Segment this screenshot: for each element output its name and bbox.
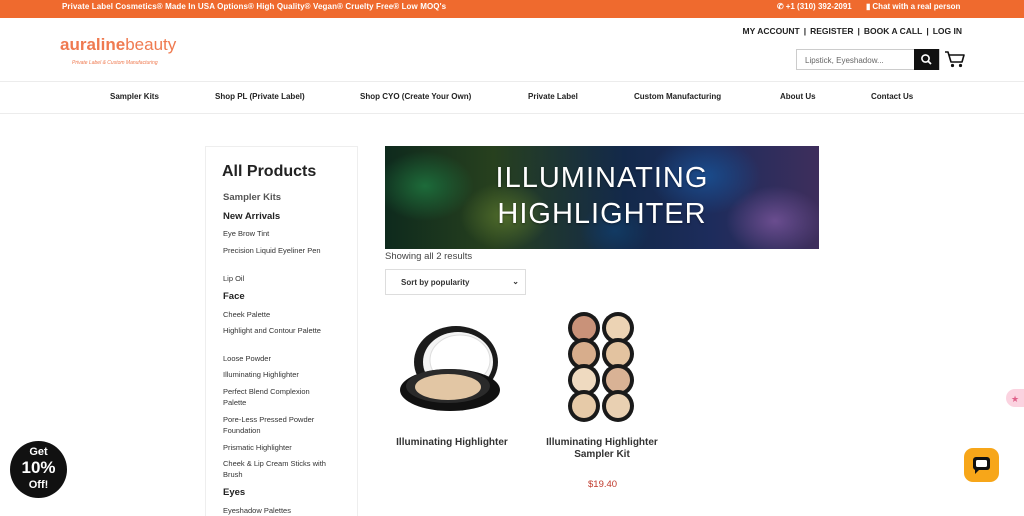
search-icon <box>921 54 932 65</box>
chat-link-label: Chat with a real person <box>872 2 961 11</box>
sidebar-item-cream-sticks[interactable]: Cheek & Lip Cream Sticks with Brush <box>223 458 333 480</box>
sidebar-item-highlight-contour[interactable]: Highlight and Contour Palette <box>223 325 333 336</box>
discount-line1: Get <box>29 446 48 458</box>
nav-shop-cyo[interactable]: Shop CYO (Create Your Own) <box>360 92 471 101</box>
login-link[interactable]: LOG IN <box>933 26 962 36</box>
sidebar-item-illuminating-highlighter[interactable]: Illuminating Highlighter <box>223 369 333 380</box>
sidebar-item-complexion-palette[interactable]: Perfect Blend Complexion Palette <box>223 386 333 408</box>
banner-title-line1: ILLUMINATING <box>495 162 709 194</box>
product-title-sampler-kit[interactable]: Illuminating Highlighter Sampler Kit <box>532 437 672 461</box>
account-links: MY ACCOUNT | REGISTER | BOOK A CALL | LO… <box>743 26 962 36</box>
chat-bubble-icon <box>973 457 990 474</box>
chat-link[interactable]: ▮ Chat with a real person <box>866 2 960 11</box>
discount-badge-button[interactable]: Get 10% Off! <box>10 441 67 498</box>
discount-line3: Off! <box>28 479 49 491</box>
nav-divider <box>0 113 1024 114</box>
sidebar-item-eye-brow-tint[interactable]: Eye Brow Tint <box>223 228 333 239</box>
chat-widget-button[interactable] <box>964 448 999 482</box>
sidebar-item-eyeshadow-palettes[interactable]: Eyeshadow Palettes <box>223 505 333 516</box>
logo-brand-light: beauty <box>125 35 177 54</box>
cart-button[interactable] <box>944 49 966 69</box>
product-image-illuminating-highlighter[interactable] <box>396 320 508 420</box>
separator: | <box>857 26 860 36</box>
sidebar-cat-sampler-kits[interactable]: Sampler Kits <box>223 192 281 203</box>
separator: | <box>803 26 807 36</box>
category-sidebar: All Products Sampler Kits New Arrivals E… <box>205 146 358 516</box>
sidebar-item-cheek-palette[interactable]: Cheek Palette <box>223 309 333 320</box>
side-widget-tab[interactable]: ★ <box>1006 389 1024 407</box>
sidebar-cat-new-arrivals[interactable]: New Arrivals <box>223 211 280 222</box>
book-call-link[interactable]: BOOK A CALL <box>864 26 922 36</box>
phone-link[interactable]: ✆ +1 (310) 392-2091 <box>777 2 852 11</box>
chat-bubble-icon: ▮ <box>866 2 871 11</box>
separator: | <box>926 26 929 36</box>
phone-number: +1 (310) 392-2091 <box>785 2 852 11</box>
sidebar-item-loose-powder[interactable]: Loose Powder <box>223 353 333 364</box>
sidebar-cat-face[interactable]: Face <box>223 291 245 302</box>
logo-tagline: Private Label & Custom Manufacturing <box>72 60 158 66</box>
sidebar-cat-eyes[interactable]: Eyes <box>223 487 245 498</box>
product-title-line1: Illuminating Highlighter <box>546 437 658 448</box>
header-divider <box>0 81 1024 82</box>
my-account-link[interactable]: MY ACCOUNT <box>743 26 800 36</box>
sidebar-item-pressed-powder[interactable]: Pore-Less Pressed Powder Foundation <box>223 414 333 436</box>
sort-select[interactable]: Sort by popularity ⌄ <box>385 269 526 295</box>
search-input[interactable] <box>797 50 922 71</box>
register-link[interactable]: REGISTER <box>810 26 853 36</box>
product-title-line2: Sampler Kit <box>574 449 630 460</box>
nav-private-label[interactable]: Private Label <box>528 92 578 101</box>
sidebar-title[interactable]: All Products <box>222 163 316 181</box>
nav-contact-us[interactable]: Contact Us <box>871 92 913 101</box>
product-title-illuminating-highlighter[interactable]: Illuminating Highlighter <box>382 437 522 449</box>
search-button[interactable] <box>914 49 939 70</box>
logo-brand-bold: auraline <box>60 35 126 54</box>
sidebar-item-prismatic-highlighter[interactable]: Prismatic Highlighter <box>223 442 333 453</box>
nav-custom-manufacturing[interactable]: Custom Manufacturing <box>634 92 721 101</box>
banner-title-line2: HIGHLIGHTER <box>497 198 707 230</box>
product-price: $19.40 <box>588 479 618 490</box>
discount-line2: 10% <box>21 458 56 477</box>
nav-about-us[interactable]: About Us <box>780 92 816 101</box>
sort-selected-value: Sort by popularity <box>401 278 470 287</box>
nav-shop-pl[interactable]: Shop PL (Private Label) <box>215 92 305 101</box>
sidebar-item-liquid-eyeliner[interactable]: Precision Liquid Eyeliner Pen <box>223 245 333 256</box>
phone-icon: ✆ <box>777 2 784 11</box>
promo-text: Private Label Cosmetics® Made In USA Opt… <box>62 2 447 11</box>
nav-sampler-kits[interactable]: Sampler Kits <box>110 92 159 101</box>
chevron-down-icon: ⌄ <box>512 277 519 286</box>
cart-icon <box>945 51 965 68</box>
product-image-sampler-kit[interactable] <box>558 312 646 424</box>
site-logo[interactable]: auralinebeauty Private Label & Custom Ma… <box>60 35 177 67</box>
category-banner: ILLUMINATING HIGHLIGHTER <box>385 146 819 249</box>
svg-text:★: ★ <box>1011 395 1019 405</box>
results-count: Showing all 2 results <box>385 251 473 262</box>
top-announcement-bar: Private Label Cosmetics® Made In USA Opt… <box>0 0 1024 18</box>
sidebar-item-lip-oil[interactable]: Lip Oil <box>223 273 333 284</box>
translate-icon: ★ <box>1011 395 1019 405</box>
